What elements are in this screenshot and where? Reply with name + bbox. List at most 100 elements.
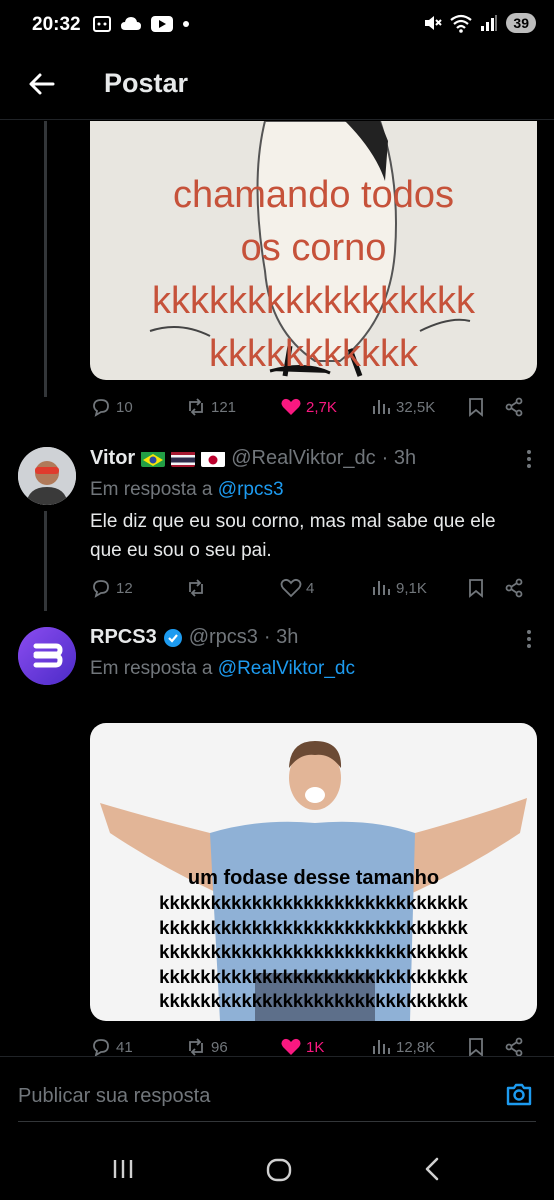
japan-flag-icon [201,451,226,467]
views-icon [373,400,390,414]
share-icon[interactable] [503,396,525,418]
caption-line: um fodase desse tamanho [187,867,440,889]
reply-input[interactable]: Publicar sua resposta [18,1085,210,1108]
author-name[interactable]: RPCS3 [90,626,157,649]
views-icon [373,1040,390,1054]
avatar-image [18,447,76,505]
battery-indicator: 39 [506,13,536,33]
caption-line: chamando todos [173,174,454,216]
brazil-flag-icon [141,451,166,467]
tweet-actions: 41 96 1K 12,8K [90,1033,530,1056]
like-button[interactable]: 1K [280,1036,324,1056]
repost-count: 121 [211,398,237,416]
like-button[interactable]: 4 [280,577,314,599]
reply-button[interactable]: 41 [90,1036,133,1056]
author-handle[interactable]: @RealViktor_dc [231,447,375,470]
bookmark-icon[interactable] [465,577,487,599]
verified-badge-icon [163,628,182,647]
wifi-icon [450,14,473,33]
views-button[interactable]: 9,1K [370,577,427,599]
views-count: 32,5K [396,398,436,416]
like-button[interactable]: 2,7K [280,396,337,418]
author-name[interactable]: Vitor [90,447,135,470]
status-time: 20:32 [32,14,81,35]
caption-line: kkkkkkkkkkkkkkkkkkkkkkkkkkkkkk [159,916,468,938]
reply-divider [18,1121,536,1122]
tweet-time: · 3h [381,447,417,469]
author-handle[interactable]: @rpcs3 [189,626,258,649]
media-caption: um fodase desse tamanho kkkkkkkkkkkkkkkk… [90,865,537,1014]
tweet-header: RPCS3 @rpcs3 · 3h [90,626,298,649]
views-button[interactable]: 12,8K [370,1036,435,1056]
views-icon [373,581,390,595]
caption-line: kkkkkkkkkkkkkkkkkkkkkkkkkkkkkk [159,892,468,913]
heart-filled-icon [281,1038,301,1055]
share-icon[interactable] [503,577,525,599]
caption-line: kkkkkkkkkkkkkkkkkkkkkkkkkkkkkk [159,990,468,1011]
header: Postar [0,56,554,120]
views-count: 12,8K [396,1038,436,1056]
reply-count: 41 [116,1038,133,1056]
bookmark-icon[interactable] [465,396,487,418]
reply-icon [93,399,109,417]
reply-prefix: Em resposta a [90,658,213,679]
tweet-media-image[interactable]: um fodase desse tamanho kkkkkkkkkkkkkkkk… [90,723,537,1021]
bookmark-icon[interactable] [465,1036,487,1056]
repost-count: 96 [211,1038,228,1056]
more-options-icon[interactable] [526,449,532,469]
camera-icon[interactable] [504,1079,534,1109]
more-options-icon[interactable] [526,629,532,649]
page-title: Postar [104,68,189,98]
caption-line: kkkkkkkkkkkkkkkkkkkkkkkkkkkkkk [159,941,468,962]
repost-button[interactable]: 121 [185,396,236,418]
repost-icon [189,1038,203,1056]
like-count: 1K [306,1038,325,1056]
reply-icon [93,1039,109,1056]
cloud-icon [121,17,141,30]
reply-button[interactable]: 12 [90,577,133,599]
views-count: 9,1K [396,579,427,597]
reply-icon [93,580,109,598]
repost-button[interactable] [185,577,211,599]
rpcs3-logo [18,627,76,685]
thread-content[interactable]: chamando todos os corno kkkkkkkkkkkkkkkk… [0,121,554,1056]
tweet-media-image[interactable]: chamando todos os corno kkkkkkkkkkkkkkkk… [90,121,537,380]
youtube-icon [151,16,173,32]
repost-button[interactable]: 96 [185,1036,228,1056]
reply-mention-link[interactable]: @rpcs3 [218,479,284,500]
heart-outline-icon [280,578,302,598]
share-icon[interactable] [503,1036,525,1056]
reply-button[interactable]: 10 [90,396,133,418]
thread-line [44,511,47,611]
thread-line [44,121,47,397]
home-icon[interactable] [265,1156,293,1184]
tweet-time: · 3h [263,626,299,648]
reply-count: 12 [116,579,133,597]
caption-line: kkkkkkkkkkk [209,333,418,375]
reply-context: Em resposta a @rpcs3 [90,479,284,501]
dot-icon [183,21,189,27]
system-nav-bar [0,1146,554,1200]
tweet-header: Vitor @RealViktor_dc · 3h [90,447,416,470]
reply-mention-link[interactable]: @RealViktor_dc [218,658,355,679]
tweet-actions: 10 121 2,7K 32,5K [90,393,530,421]
reply-context: Em resposta a @RealViktor_dc [90,658,355,680]
caption-line: kkkkkkkkkkkkkkkkkkkkkkkkkkkkkk [159,965,468,987]
arrow-left-icon[interactable] [26,68,58,100]
views-button[interactable]: 32,5K [370,396,435,418]
status-bar: 20:32 39 [0,0,554,56]
recent-apps-icon[interactable] [110,1156,136,1182]
reply-prefix: Em resposta a [90,479,213,500]
reply-count: 10 [116,398,133,416]
tweet-actions: 12 4 9,1K [90,574,530,602]
back-icon[interactable] [420,1156,446,1182]
repost-icon [189,579,203,597]
heart-filled-icon [281,398,301,415]
avatar[interactable] [18,627,76,685]
status-right-icons: 39 [422,13,536,33]
signal-icon [481,15,498,31]
tweet-text: Ele diz que eu sou corno, mas mal sabe q… [90,511,496,561]
avatar[interactable] [18,447,76,505]
screenshot-icon [93,16,111,32]
media-caption: chamando todos os corno kkkkkkkkkkkkkkkk… [90,169,537,380]
